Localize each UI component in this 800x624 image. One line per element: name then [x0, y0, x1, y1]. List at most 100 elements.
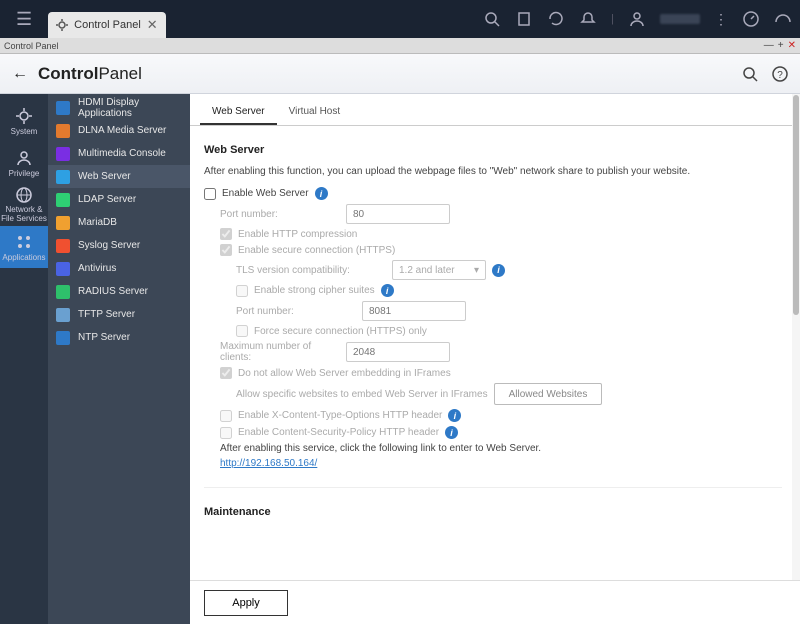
sidebar-item-label: Antivirus: [78, 263, 116, 274]
bell-icon[interactable]: [579, 10, 597, 28]
sidebar-item[interactable]: MariaDB: [48, 211, 190, 234]
sidebar-item[interactable]: Multimedia Console: [48, 142, 190, 165]
info-icon[interactable]: i: [381, 284, 394, 297]
sub-title: Control Panel: [4, 41, 59, 51]
minimize-icon[interactable]: —: [764, 40, 774, 51]
csp-checkbox[interactable]: [220, 427, 232, 439]
user-name-blur: [660, 14, 700, 24]
port-input[interactable]: [346, 204, 450, 224]
sidebar-item-label: HDMI Display Applications: [78, 97, 182, 119]
row-enter-note: After enabling this service, click the f…: [220, 443, 782, 454]
scrollbar[interactable]: [792, 94, 800, 624]
row-link: http://192.168.50.164/: [220, 458, 782, 469]
row-allowed-iframe: Allow specific websites to embed Web Ser…: [236, 383, 782, 405]
strong-cipher-checkbox[interactable]: [236, 285, 248, 297]
os-topbar: ☰ Control Panel ✕ | ⋮: [0, 0, 800, 38]
tls-select[interactable]: 1.2 and later▾: [392, 260, 486, 280]
row-no-iframe: Do not allow Web Server embedding in IFr…: [220, 367, 782, 379]
search-icon[interactable]: [483, 10, 501, 28]
user-icon[interactable]: [628, 10, 646, 28]
app-icon: [56, 193, 70, 207]
apply-button[interactable]: Apply: [204, 590, 288, 616]
info-icon[interactable]: i: [492, 264, 505, 277]
grid-icon: [15, 233, 33, 251]
search-icon[interactable]: [742, 66, 758, 82]
sidebar-item[interactable]: RADIUS Server: [48, 280, 190, 303]
no-iframe-checkbox[interactable]: [220, 367, 232, 379]
row-strong-cipher: Enable strong cipher suites i: [236, 284, 782, 297]
help-icon[interactable]: ?: [772, 66, 788, 82]
sidebar-item-label: RADIUS Server: [78, 286, 148, 297]
app-icon: [56, 239, 70, 253]
close-icon[interactable]: ✕: [147, 17, 158, 33]
dashboard-icon[interactable]: [742, 10, 760, 28]
sidebar-item-label: Web Server: [78, 171, 131, 182]
row-port: Port number:: [220, 204, 782, 224]
force-https-checkbox[interactable]: [236, 325, 248, 337]
nav-applications[interactable]: Applications: [0, 226, 48, 268]
maintenance-title: Maintenance: [204, 506, 782, 518]
intro-note: After enabling this function, you can up…: [204, 166, 782, 177]
row-max-clients: Maximum number of clients:: [220, 341, 782, 363]
tab-web-server[interactable]: Web Server: [200, 100, 277, 125]
close-window-icon[interactable]: ✕: [788, 40, 796, 51]
app-icon: [56, 331, 70, 345]
app-icon: [56, 147, 70, 161]
more-icon[interactable]: ⋮: [714, 11, 728, 28]
divider: [204, 487, 782, 488]
maximize-icon[interactable]: +: [778, 40, 784, 51]
refresh-icon[interactable]: [547, 10, 565, 28]
row-force-https: Force secure connection (HTTPS) only: [236, 325, 782, 337]
window-tab[interactable]: Control Panel ✕: [48, 12, 166, 38]
app-sidebar-list: HDMI Display ApplicationsDLNA Media Serv…: [48, 94, 190, 624]
row-tls: TLS version compatibility: 1.2 and later…: [236, 260, 782, 280]
info-icon[interactable]: i: [315, 187, 328, 200]
topbar-actions: | ⋮: [483, 10, 792, 28]
info-icon[interactable]: i: [448, 409, 461, 422]
sidebar-item[interactable]: NTP Server: [48, 326, 190, 349]
sidebar-item[interactable]: Web Server: [48, 165, 190, 188]
https-port-input[interactable]: [362, 301, 466, 321]
sidebar-item[interactable]: Syslog Server: [48, 234, 190, 257]
app-icon: [56, 262, 70, 276]
xcto-checkbox[interactable]: [220, 410, 232, 422]
content-scroll[interactable]: Web Server After enabling this function,…: [190, 126, 800, 624]
content-area: Web Server Virtual Host Web Server After…: [190, 94, 800, 624]
scrollbar-thumb[interactable]: [793, 95, 799, 315]
nav-privilege[interactable]: Privilege: [0, 142, 48, 184]
sidebar-item[interactable]: DLNA Media Server: [48, 119, 190, 142]
app-icon: [56, 124, 70, 138]
clipboard-icon[interactable]: [515, 10, 533, 28]
nav-network[interactable]: Network & File Services: [0, 184, 48, 226]
info-icon[interactable]: i: [445, 426, 458, 439]
row-http-compression: Enable HTTP compression: [220, 228, 782, 240]
footer-bar: Apply: [190, 580, 800, 624]
back-icon[interactable]: ←: [12, 65, 28, 83]
sidebar-item-label: MariaDB: [78, 217, 117, 228]
sub-titlebar: Control Panel — + ✕: [0, 38, 800, 54]
gauge-icon[interactable]: [774, 10, 792, 28]
menu-icon[interactable]: ☰: [8, 9, 40, 30]
row-csp: Enable Content-Security-Policy HTTP head…: [220, 426, 782, 439]
web-server-link[interactable]: http://192.168.50.164/: [220, 458, 317, 469]
row-secure-conn: Enable secure connection (HTTPS): [220, 244, 782, 256]
sidebar-item[interactable]: TFTP Server: [48, 303, 190, 326]
sidebar-item-label: Multimedia Console: [78, 148, 166, 159]
app-icon: [56, 170, 70, 184]
app-icon: [56, 216, 70, 230]
sidebar-item[interactable]: Antivirus: [48, 257, 190, 280]
http-compression-checkbox[interactable]: [220, 228, 232, 240]
max-clients-input[interactable]: [346, 342, 450, 362]
gear-icon: [56, 19, 68, 31]
sidebar-item-label: LDAP Server: [78, 194, 136, 205]
left-nav: System Privilege Network & File Services…: [0, 94, 48, 624]
secure-conn-checkbox[interactable]: [220, 244, 232, 256]
row-port2: Port number:: [236, 301, 782, 321]
nav-system[interactable]: System: [0, 100, 48, 142]
sidebar-item[interactable]: LDAP Server: [48, 188, 190, 211]
allowed-websites-button[interactable]: Allowed Websites: [494, 383, 603, 405]
tab-virtual-host[interactable]: Virtual Host: [277, 100, 353, 125]
enable-web-server-checkbox[interactable]: [204, 188, 216, 200]
sidebar-item-label: TFTP Server: [78, 309, 135, 320]
sidebar-item[interactable]: HDMI Display Applications: [48, 96, 190, 119]
